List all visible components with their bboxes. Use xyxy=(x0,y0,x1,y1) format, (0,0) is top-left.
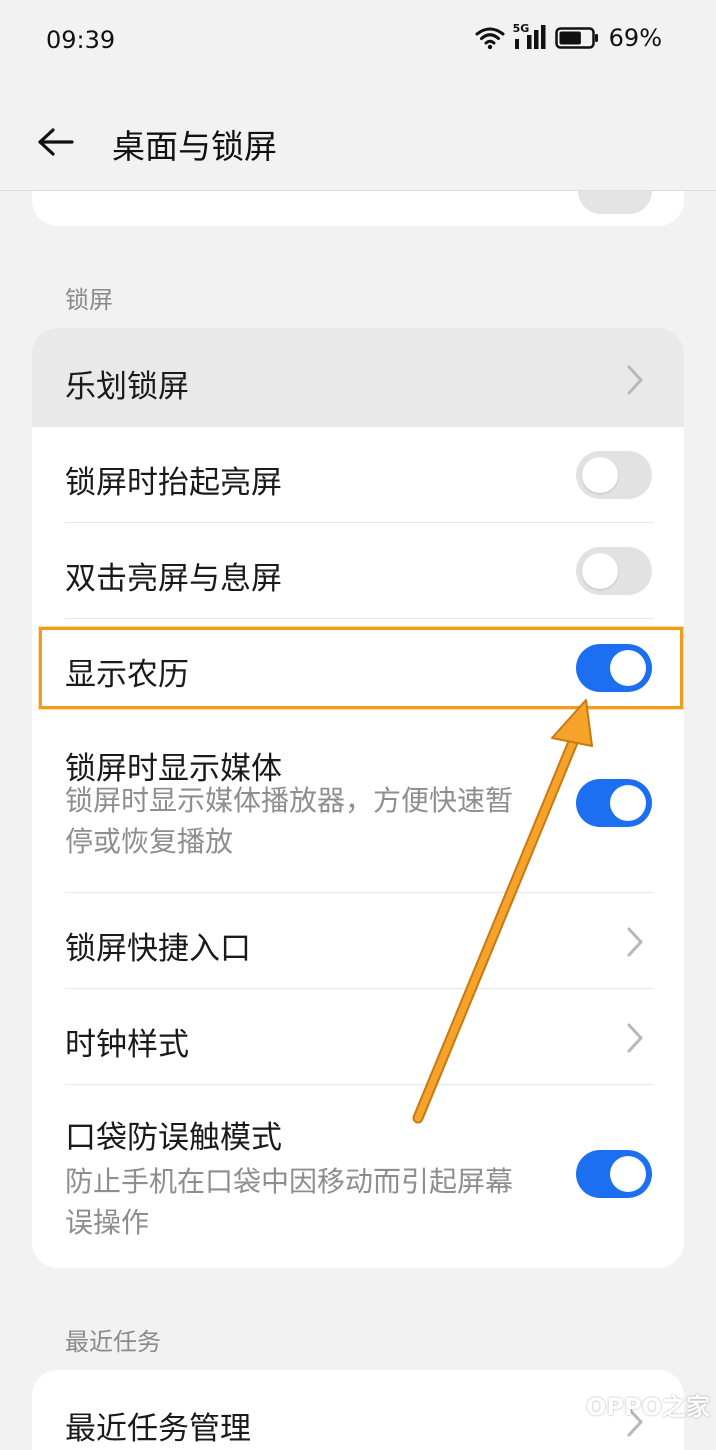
title-bar: 桌面与锁屏 xyxy=(0,84,716,191)
row-title: 显示农历 xyxy=(65,657,189,693)
row-lockscreen-media[interactable]: 锁屏时显示媒体 锁屏时显示媒体播放器，方便快速暂停或恢复播放 xyxy=(32,716,684,893)
row-title: 锁屏快捷入口 xyxy=(65,931,251,967)
chevron-right-icon xyxy=(627,365,643,395)
row-title: 时钟样式 xyxy=(65,1027,189,1063)
house-logo-icon xyxy=(534,1382,578,1426)
row-double-tap-wake[interactable]: 双击亮屏与息屏 xyxy=(32,523,684,619)
toggle-knob xyxy=(610,650,646,686)
status-icons: 5G 69% xyxy=(475,22,662,52)
arrow-left-icon xyxy=(38,128,74,156)
row-show-lunar-calendar[interactable]: 显示农历 xyxy=(32,619,684,716)
raise-to-wake-toggle[interactable] xyxy=(576,451,652,499)
row-lockscreen-shortcuts[interactable]: 锁屏快捷入口 xyxy=(32,893,684,989)
back-button[interactable] xyxy=(30,116,82,168)
row-title: 乐划锁屏 xyxy=(65,369,189,405)
row-title: 双击亮屏与息屏 xyxy=(65,561,282,597)
battery-percentage: 69% xyxy=(608,24,662,52)
wifi-icon xyxy=(475,27,505,50)
status-bar: 09:39 5G 69% xyxy=(0,0,716,84)
status-time: 09:39 xyxy=(46,26,116,54)
row-title: 口袋防误触模式 xyxy=(65,1120,282,1156)
row-title: 锁屏时抬起亮屏 xyxy=(65,465,282,501)
cellular-signal-icon: 5G xyxy=(513,22,547,51)
page-title: 桌面与锁屏 xyxy=(112,127,277,166)
chevron-right-icon xyxy=(627,927,643,957)
toggle-knob xyxy=(582,553,618,589)
row-pocket-mode[interactable]: 口袋防误触模式 防止手机在口袋中因移动而引起屏幕误操作 xyxy=(32,1085,684,1268)
pocket-mode-toggle[interactable] xyxy=(576,1150,652,1198)
section-label-recent-tasks: 最近任务 xyxy=(65,1328,161,1356)
show-lunar-calendar-toggle[interactable] xyxy=(576,644,652,692)
row-subtitle: 防止手机在口袋中因移动而引起屏幕误操作 xyxy=(65,1165,514,1239)
double-tap-wake-toggle[interactable] xyxy=(576,547,652,595)
section-label-lock: 锁屏 xyxy=(65,286,113,314)
watermark-text: OPPO之家 xyxy=(586,1392,710,1421)
toggle-knob xyxy=(582,457,618,493)
watermark: OPPO之家 xyxy=(534,1382,710,1426)
row-subtitle: 锁屏时显示媒体播放器，方便快速暂停或恢复播放 xyxy=(65,784,514,858)
toggle-knob xyxy=(610,785,646,821)
battery-icon xyxy=(554,27,598,49)
row-lehua-lockscreen[interactable]: 乐划锁屏 xyxy=(32,328,684,427)
row-clock-style[interactable]: 时钟样式 xyxy=(32,989,684,1085)
lockscreen-media-toggle[interactable] xyxy=(576,779,652,827)
row-raise-to-wake[interactable]: 锁屏时抬起亮屏 xyxy=(32,427,684,523)
row-title: 最近任务管理 xyxy=(65,1411,251,1447)
chevron-right-icon xyxy=(627,1023,643,1053)
toggle-knob xyxy=(610,1156,646,1192)
settings-screen: 锁屏 乐划锁屏 锁屏时抬起亮屏 双击亮屏与息屏 显示农历 锁屏时显示媒体 锁屏时… xyxy=(0,0,716,1450)
lock-settings-card: 乐划锁屏 锁屏时抬起亮屏 双击亮屏与息屏 显示农历 锁屏时显示媒体 锁屏时显示媒… xyxy=(32,328,684,1268)
settings-scroll-content[interactable]: 锁屏 乐划锁屏 锁屏时抬起亮屏 双击亮屏与息屏 显示农历 锁屏时显示媒体 锁屏时… xyxy=(0,0,716,1450)
